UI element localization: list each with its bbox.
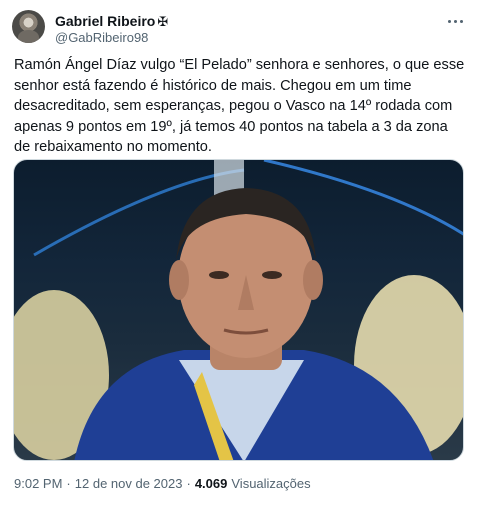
author-display-name[interactable]: Gabriel Ribeiro <box>55 13 155 29</box>
views-count: 4.069 <box>194 476 228 491</box>
cross-symbol-icon: ✠ <box>157 13 169 29</box>
more-options-button[interactable] <box>444 12 466 30</box>
author-name-row[interactable]: Gabriel Ribeiro ✠ <box>55 13 168 29</box>
tweet-photo[interactable] <box>13 159 464 461</box>
more-horizontal-icon <box>447 19 451 23</box>
author-handle[interactable]: @GabRibeiro98 <box>55 30 148 45</box>
tweet-text: Ramón Ángel Díaz vulgo “El Pelado” senho… <box>14 57 465 155</box>
photo-illustration <box>14 160 463 460</box>
meta-separator: · <box>66 476 71 491</box>
tweet-time[interactable]: 9:02 PM <box>14 476 62 491</box>
tweet-header: Gabriel Ribeiro ✠ @GabRibeiro98 <box>12 10 466 45</box>
meta-separator: · <box>186 476 191 491</box>
tweet-card: Gabriel Ribeiro ✠ @GabRibeiro98 Ramón Án… <box>0 0 478 505</box>
tweet-date[interactable]: 12 de nov de 2023 <box>75 476 183 491</box>
tweet-meta: 9:02 PM · 12 de nov de 2023 · 4.069 Visu… <box>14 476 311 491</box>
views-label: Visualizações <box>231 476 311 491</box>
avatar[interactable] <box>12 10 45 43</box>
